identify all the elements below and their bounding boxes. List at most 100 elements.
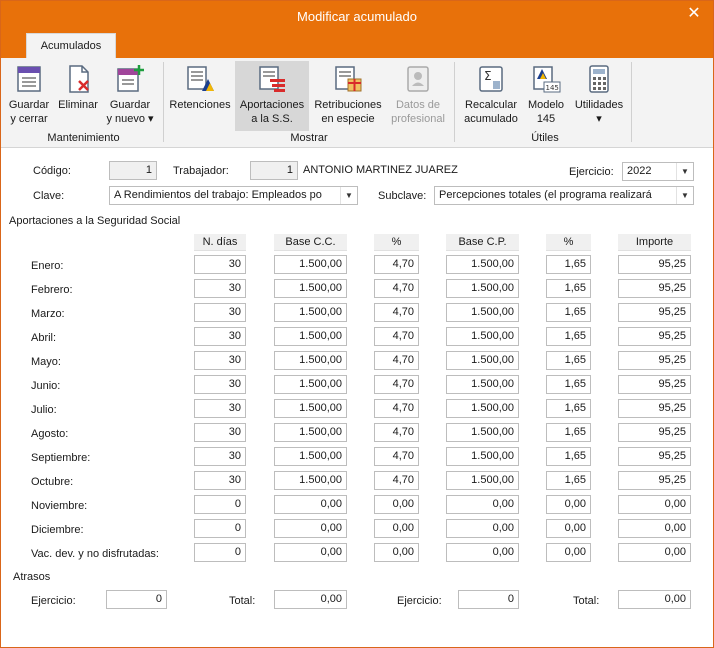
cell-pct-cc[interactable]: 4,70 (374, 327, 419, 346)
chevron-down-icon[interactable]: ▼ (676, 187, 693, 204)
codigo-field[interactable]: 1 (109, 161, 157, 180)
cell-dias[interactable]: 30 (194, 351, 246, 370)
aportaciones-ss-button[interactable]: Aportaciones a la S.S. (235, 61, 309, 131)
cell-base-cc[interactable]: 1.500,00 (274, 423, 347, 442)
cell-base-cc[interactable]: 1.500,00 (274, 375, 347, 394)
cell-pct-cp[interactable]: 1,65 (546, 327, 591, 346)
cell-importe[interactable]: 95,25 (618, 423, 691, 442)
cell-pct-cc[interactable]: 4,70 (374, 471, 419, 490)
cell-dias[interactable]: 30 (194, 327, 246, 346)
cell-importe[interactable]: 95,25 (618, 303, 691, 322)
cell-base-cp[interactable]: 1.500,00 (446, 471, 519, 490)
atrasos-ejercicio-field[interactable]: 0 (106, 590, 167, 609)
cell-base-cp[interactable]: 1.500,00 (446, 279, 519, 298)
cell-pct-cc[interactable]: 4,70 (374, 399, 419, 418)
retenciones-button[interactable]: Retenciones (167, 61, 233, 131)
datos-profesional-button[interactable]: Datos de profesional (387, 61, 449, 131)
cell-base-cc[interactable]: 0,00 (274, 519, 347, 538)
guardar-cerrar-button[interactable]: Guardar y cerrar (6, 61, 52, 131)
cell-base-cp[interactable]: 0,00 (446, 543, 519, 562)
atrasos-total2-field[interactable]: 0,00 (618, 590, 691, 609)
cell-base-cp[interactable]: 1.500,00 (446, 327, 519, 346)
cell-base-cc[interactable]: 1.500,00 (274, 279, 347, 298)
cell-importe[interactable]: 95,25 (618, 375, 691, 394)
cell-pct-cc[interactable]: 0,00 (374, 495, 419, 514)
cell-pct-cc[interactable]: 4,70 (374, 375, 419, 394)
cell-dias[interactable]: 30 (194, 279, 246, 298)
chevron-down-icon[interactable]: ▼ (340, 187, 357, 204)
cell-pct-cc[interactable]: 4,70 (374, 255, 419, 274)
cell-pct-cc[interactable]: 4,70 (374, 303, 419, 322)
cell-base-cc[interactable]: 1.500,00 (274, 399, 347, 418)
cell-pct-cp[interactable]: 0,00 (546, 519, 591, 538)
cell-importe[interactable]: 95,25 (618, 447, 691, 466)
cell-base-cp[interactable]: 0,00 (446, 495, 519, 514)
cell-importe[interactable]: 95,25 (618, 255, 691, 274)
cell-pct-cp[interactable]: 1,65 (546, 279, 591, 298)
cell-base-cp[interactable]: 1.500,00 (446, 303, 519, 322)
cell-base-cc[interactable]: 0,00 (274, 495, 347, 514)
cell-dias[interactable]: 0 (194, 543, 246, 562)
subclave-select[interactable]: Percepciones totales (el programa realiz… (434, 186, 694, 205)
cell-dias[interactable]: 0 (194, 495, 246, 514)
clave-select[interactable]: A Rendimientos del trabajo: Empleados po… (109, 186, 358, 205)
cell-base-cc[interactable]: 1.500,00 (274, 471, 347, 490)
cell-pct-cp[interactable]: 1,65 (546, 351, 591, 370)
cell-importe[interactable]: 0,00 (618, 495, 691, 514)
cell-base-cc[interactable]: 1.500,00 (274, 255, 347, 274)
cell-pct-cc[interactable]: 0,00 (374, 543, 419, 562)
cell-importe[interactable]: 95,25 (618, 279, 691, 298)
cell-pct-cp[interactable]: 1,65 (546, 399, 591, 418)
cell-dias[interactable]: 30 (194, 423, 246, 442)
cell-importe[interactable]: 95,25 (618, 471, 691, 490)
cell-dias[interactable]: 30 (194, 375, 246, 394)
trabajador-code-field[interactable]: 1 (250, 161, 298, 180)
cell-pct-cp[interactable]: 0,00 (546, 495, 591, 514)
cell-base-cc[interactable]: 0,00 (274, 543, 347, 562)
ejercicio-select[interactable]: 2022 ▼ (622, 162, 694, 181)
cell-pct-cp[interactable]: 1,65 (546, 447, 591, 466)
cell-base-cc[interactable]: 1.500,00 (274, 327, 347, 346)
cell-base-cc[interactable]: 1.500,00 (274, 303, 347, 322)
cell-dias[interactable]: 30 (194, 303, 246, 322)
cell-dias[interactable]: 0 (194, 519, 246, 538)
cell-importe[interactable]: 95,25 (618, 399, 691, 418)
cell-pct-cc[interactable]: 4,70 (374, 351, 419, 370)
cell-pct-cp[interactable]: 1,65 (546, 255, 591, 274)
cell-dias[interactable]: 30 (194, 471, 246, 490)
cell-pct-cc[interactable]: 4,70 (374, 447, 419, 466)
guardar-nuevo-button[interactable]: Guardar y nuevo ▾ (105, 61, 155, 131)
cell-base-cp[interactable]: 1.500,00 (446, 351, 519, 370)
cell-importe[interactable]: 0,00 (618, 543, 691, 562)
atrasos-total-field[interactable]: 0,00 (274, 590, 347, 609)
atrasos-ejercicio2-field[interactable]: 0 (458, 590, 519, 609)
tab-acumulados[interactable]: Acumulados (26, 33, 116, 58)
cell-pct-cp[interactable]: 0,00 (546, 543, 591, 562)
cell-importe[interactable]: 95,25 (618, 351, 691, 370)
cell-dias[interactable]: 30 (194, 255, 246, 274)
retribuciones-especie-button[interactable]: Retribuciones en especie (311, 61, 385, 131)
close-icon[interactable]: ✕ (681, 1, 707, 27)
eliminar-button[interactable]: Eliminar (56, 61, 100, 131)
cell-base-cc[interactable]: 1.500,00 (274, 447, 347, 466)
cell-pct-cp[interactable]: 1,65 (546, 303, 591, 322)
utilidades-button[interactable]: Utilidades ▾ (571, 61, 627, 131)
cell-base-cp[interactable]: 1.500,00 (446, 423, 519, 442)
recalcular-acumulado-button[interactable]: Σ Recalcular acumulado (461, 61, 521, 131)
cell-pct-cc[interactable]: 4,70 (374, 423, 419, 442)
cell-importe[interactable]: 95,25 (618, 327, 691, 346)
cell-base-cp[interactable]: 1.500,00 (446, 255, 519, 274)
cell-base-cp[interactable]: 0,00 (446, 519, 519, 538)
cell-dias[interactable]: 30 (194, 399, 246, 418)
chevron-down-icon[interactable]: ▼ (676, 163, 693, 180)
cell-pct-cp[interactable]: 1,65 (546, 375, 591, 394)
cell-pct-cp[interactable]: 1,65 (546, 423, 591, 442)
modelo-145-button[interactable]: 145 Modelo 145 (523, 61, 569, 131)
cell-pct-cc[interactable]: 0,00 (374, 519, 419, 538)
cell-pct-cc[interactable]: 4,70 (374, 279, 419, 298)
cell-base-cp[interactable]: 1.500,00 (446, 375, 519, 394)
cell-base-cp[interactable]: 1.500,00 (446, 399, 519, 418)
cell-importe[interactable]: 0,00 (618, 519, 691, 538)
cell-base-cp[interactable]: 1.500,00 (446, 447, 519, 466)
cell-base-cc[interactable]: 1.500,00 (274, 351, 347, 370)
